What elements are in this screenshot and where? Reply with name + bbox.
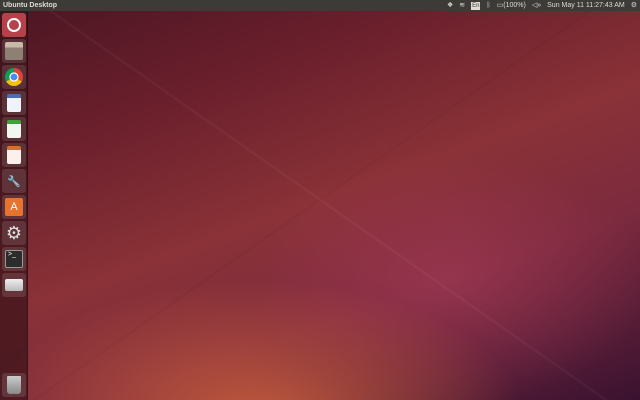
launcher: 🔧 A ⚙ >_ xyxy=(0,11,28,400)
battery-icon: ▭ xyxy=(497,0,504,11)
files-icon xyxy=(5,42,23,60)
impress-icon xyxy=(7,146,21,164)
ubuntu-logo-icon xyxy=(7,18,21,32)
terminal-button[interactable]: >_ xyxy=(2,247,26,271)
bluetooth-icon[interactable]: ᛒ xyxy=(486,0,490,11)
removable-drive-button[interactable] xyxy=(2,273,26,297)
tools-icon: 🔧 xyxy=(7,175,21,188)
writer-icon xyxy=(7,94,21,112)
volume-icon[interactable]: ◁» xyxy=(532,0,541,11)
chrome-icon xyxy=(5,68,23,86)
calc-icon xyxy=(7,120,21,138)
libreoffice-impress-button[interactable] xyxy=(2,143,26,167)
terminal-icon: >_ xyxy=(5,250,23,268)
software-center-icon: A xyxy=(5,198,23,216)
desktop-wallpaper xyxy=(0,0,640,400)
system-tools-button[interactable]: 🔧 xyxy=(2,169,26,193)
libreoffice-calc-button[interactable] xyxy=(2,117,26,141)
software-center-button[interactable]: A xyxy=(2,195,26,219)
gear-icon[interactable]: ⚙ xyxy=(631,0,637,11)
battery-percent: (100%) xyxy=(503,0,526,11)
files-button[interactable] xyxy=(2,39,26,63)
libreoffice-writer-button[interactable] xyxy=(2,91,26,115)
top-panel: Ubuntu Desktop ❖ ≋ En ᛒ ▭(100%) ◁» Sun M… xyxy=(0,0,640,11)
drive-icon xyxy=(5,279,23,291)
chromium-button[interactable] xyxy=(2,65,26,89)
trash-icon xyxy=(7,376,21,394)
system-settings-button[interactable]: ⚙ xyxy=(2,221,26,245)
keyboard-layout-indicator[interactable]: En xyxy=(471,2,480,10)
battery-indicator[interactable]: ▭(100%) xyxy=(497,0,526,11)
clock[interactable]: Sun May 11 11:27:43 AM xyxy=(547,0,625,11)
wifi-icon[interactable]: ≋ xyxy=(459,0,465,11)
dropbox-icon[interactable]: ❖ xyxy=(447,0,453,11)
window-title: Ubuntu Desktop xyxy=(0,0,57,11)
settings-gear-icon: ⚙ xyxy=(6,223,22,244)
trash-button[interactable] xyxy=(2,373,26,397)
dash-home-button[interactable] xyxy=(2,13,26,37)
